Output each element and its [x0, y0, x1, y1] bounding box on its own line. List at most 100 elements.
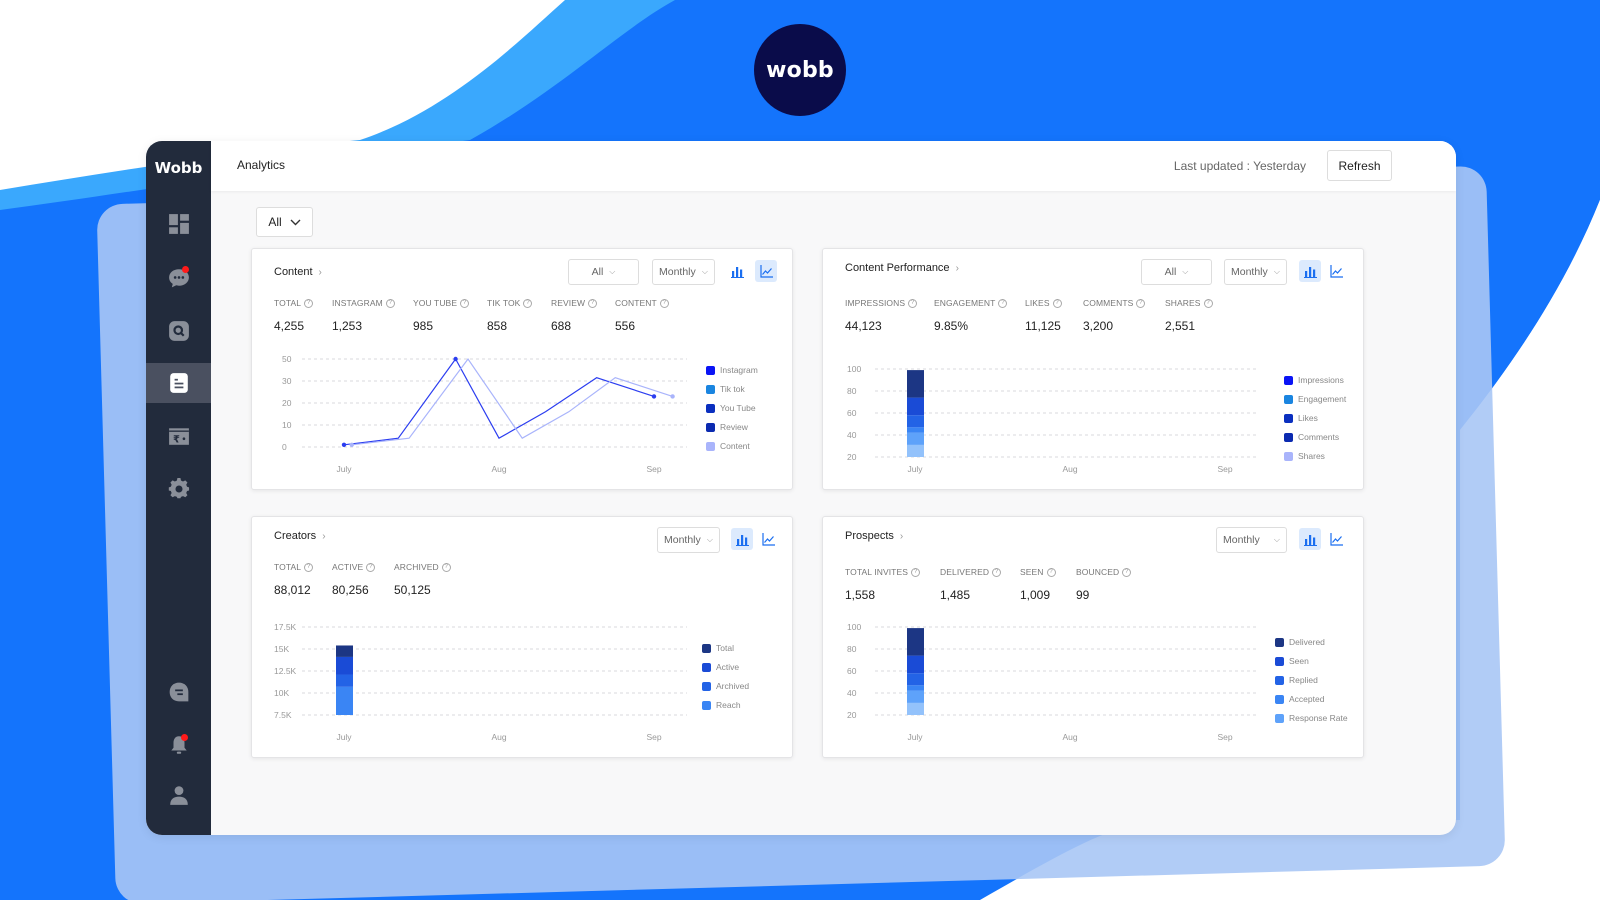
legend-item[interactable]: Response Rate	[1275, 713, 1348, 723]
y-tick-label: 7.5K	[274, 710, 292, 720]
data-point	[453, 356, 458, 362]
legend-label: Accepted	[1289, 694, 1325, 704]
sidebar-logo[interactable]: Wobb	[146, 159, 211, 177]
x-tick-label: Sep	[646, 732, 661, 742]
bar-segment	[336, 645, 353, 657]
legend-label: Comments	[1298, 432, 1340, 442]
messages-notification-dot	[182, 266, 189, 273]
y-tick-label: 30	[282, 376, 292, 386]
legend-item[interactable]: Archived	[702, 681, 749, 691]
bar-segment	[907, 397, 924, 416]
legend-swatch	[1284, 413, 1293, 423]
legend-item[interactable]: Review	[706, 422, 758, 432]
legend-item[interactable]: Delivered	[1275, 637, 1348, 647]
legend-item[interactable]: Accepted	[1275, 694, 1348, 704]
data-point	[341, 442, 347, 447]
legend-swatch	[706, 384, 715, 394]
legend-item[interactable]: Seen	[1275, 656, 1348, 666]
sidebar-item-messages[interactable]	[146, 258, 211, 298]
legend-label: Instagram	[720, 365, 758, 375]
legend-item[interactable]: Comments	[1284, 432, 1346, 442]
legend-item[interactable]: Content	[706, 441, 758, 451]
x-tick-label: Sep	[646, 464, 661, 474]
y-tick-label: 50	[282, 354, 292, 364]
sidebar-item-notifications[interactable]	[146, 725, 211, 765]
legend-swatch	[1275, 694, 1284, 704]
legend-label: Active	[716, 662, 740, 672]
legend-swatch	[1275, 713, 1284, 723]
legend-item[interactable]: Instagram	[706, 365, 758, 375]
rupee-wallet-icon: ₹	[168, 428, 189, 446]
y-tick-label: 40	[847, 688, 857, 698]
legend-label: Total	[716, 643, 734, 653]
legend-item[interactable]: Replied	[1275, 675, 1348, 685]
x-tick-label: July	[336, 732, 352, 742]
legend-item[interactable]: You Tube	[706, 403, 758, 413]
y-tick-label: 100	[847, 622, 861, 632]
legend-swatch	[706, 403, 715, 413]
refresh-button[interactable]: Refresh	[1327, 150, 1392, 181]
y-tick-label: 10K	[274, 688, 289, 698]
sidebar: Wobb ₹	[146, 141, 211, 835]
legend-swatch	[1275, 656, 1284, 666]
legend-swatch	[702, 643, 711, 653]
y-tick-label: 0	[282, 442, 287, 452]
legend-item[interactable]: Tik tok	[706, 384, 758, 394]
legend-item[interactable]: Impressions	[1284, 375, 1346, 385]
sidebar-item-search[interactable]	[146, 311, 211, 351]
legend-label: Delivered	[1289, 637, 1325, 647]
y-tick-label: 10	[282, 420, 292, 430]
svg-text:₹: ₹	[172, 435, 179, 446]
bar-segment	[907, 673, 924, 686]
legend-label: Likes	[1298, 413, 1318, 423]
x-tick-label: Sep	[1217, 732, 1232, 742]
sidebar-item-dashboard[interactable]	[146, 204, 211, 244]
y-tick-label: 15K	[274, 644, 289, 654]
x-tick-label: July	[336, 464, 352, 474]
legend-label: Review	[720, 422, 748, 432]
y-tick-label: 12.5K	[274, 666, 297, 676]
last-updated-text: Last updated : Yesterday	[1173, 159, 1306, 173]
global-filter-dropdown[interactable]: All	[256, 207, 313, 237]
y-tick-label: 17.5K	[274, 622, 297, 632]
prospects-legend: Delivered Seen Replied Accepted Response Rat…	[1275, 637, 1348, 732]
sidebar-item-analytics[interactable]	[146, 363, 211, 403]
legend-item[interactable]: Active	[702, 662, 749, 672]
user-icon	[169, 786, 188, 805]
legend-item[interactable]: Total	[702, 643, 749, 653]
sidebar-item-settings[interactable]	[146, 469, 211, 509]
data-point	[651, 394, 657, 399]
legend-item[interactable]: Shares	[1284, 451, 1346, 461]
legend-label: Impressions	[1298, 375, 1344, 385]
x-tick-label: Aug	[491, 732, 506, 742]
sidebar-item-profile[interactable]	[146, 775, 211, 815]
data-point	[670, 394, 675, 399]
content-legend: Instagram Tik tok You Tube Review Content	[706, 365, 758, 460]
legend-item[interactable]: Engagement	[1284, 394, 1346, 404]
y-tick-label: 100	[847, 364, 861, 374]
content-performance-card: Content Performance › All ⌵ Monthly ⌵ IMPRE…	[822, 248, 1364, 490]
bar-segment	[336, 656, 353, 675]
brand-badge-text: wobb	[766, 57, 834, 83]
legend-label: Archived	[716, 681, 750, 691]
bar-segment	[907, 427, 924, 433]
legend-swatch	[702, 681, 711, 691]
page-title: Analytics	[237, 158, 286, 172]
y-tick-label: 60	[847, 408, 857, 418]
prospects-card: Prospects › Monthly ⌵ TOTAL INVITES? 1,558 …	[822, 516, 1364, 758]
notifications-dot	[181, 734, 188, 741]
legend-label: Content	[720, 441, 750, 451]
sidebar-item-support[interactable]	[146, 672, 211, 712]
sidebar-item-payments[interactable]: ₹	[146, 416, 211, 456]
y-tick-label: 20	[847, 452, 857, 462]
legend-item[interactable]: Likes	[1284, 413, 1346, 423]
creators-bar-chart: 7.5K 10K 12.5K 15K 17.5K July Aug Sep	[274, 622, 687, 742]
dashboard-icon	[168, 214, 189, 234]
brand-badge: wobb	[754, 24, 846, 116]
legend-swatch	[702, 700, 711, 710]
series-line-instagram	[343, 357, 655, 446]
x-tick-label: Aug	[1062, 464, 1077, 474]
creators-card: Creators › Monthly ⌵ TOTAL? 88,012 ACTIVE? 8…	[251, 516, 793, 758]
legend-swatch	[706, 422, 715, 432]
legend-item[interactable]: Reach	[702, 700, 749, 710]
